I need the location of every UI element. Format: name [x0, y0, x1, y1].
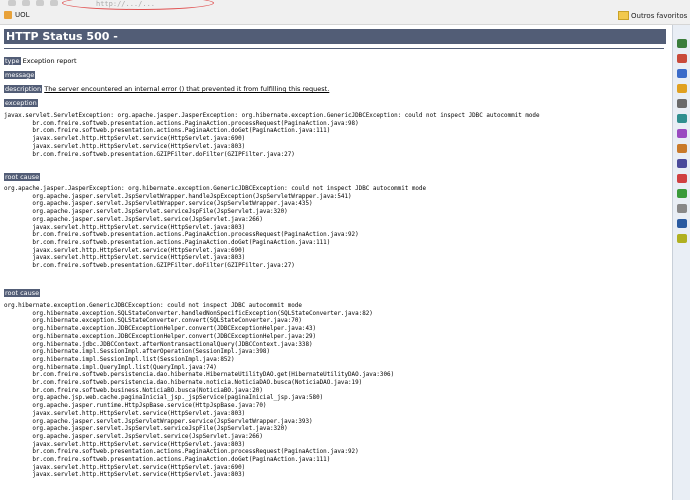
type-row: type Exception report — [4, 57, 77, 65]
sidebar-app-icon[interactable] — [677, 219, 687, 228]
page-title: HTTP Status 500 - — [4, 29, 666, 44]
sidebar-app-icon[interactable] — [677, 99, 687, 108]
sidebar-app-icon[interactable] — [677, 39, 687, 48]
sidebar-app-icon[interactable] — [677, 114, 687, 123]
folder-icon — [618, 11, 629, 20]
sidebar-app-icon[interactable] — [677, 189, 687, 198]
root-cause-label-2: root cause — [4, 289, 41, 297]
divider — [4, 48, 664, 49]
sidebar-app-icon[interactable] — [677, 159, 687, 168]
browser-toolbar: http://.../... UOL Outros favoritos — [0, 0, 690, 25]
sidebar-app-icon[interactable] — [677, 174, 687, 183]
exception-row: exception — [4, 99, 38, 107]
sidebar-app-icon[interactable] — [677, 204, 687, 213]
message-row: message — [4, 71, 36, 79]
reload-icon[interactable] — [36, 0, 44, 6]
bookmark-uol[interactable]: UOL — [4, 11, 30, 19]
root-cause-row-1: root cause — [4, 173, 41, 181]
description-row: description The server encountered an in… — [4, 85, 329, 93]
message-label: message — [4, 71, 36, 79]
page-content: HTTP Status 500 - type Exception report … — [0, 25, 672, 500]
bookmarks-bar: UOL Outros favoritos — [0, 10, 690, 24]
root-cause-stacktrace-1: org.apache.jasper.JasperException: org.h… — [4, 186, 427, 270]
sidebar-app-icon[interactable] — [677, 69, 687, 78]
bookmark-uol-label: UOL — [15, 11, 30, 19]
description-label: description — [4, 85, 43, 93]
bookmark-other-favorites[interactable]: Outros favoritos — [618, 11, 687, 20]
type-value: Exception report — [22, 57, 77, 65]
root-cause-row-2: root cause — [4, 289, 41, 297]
sidebar-app-icon[interactable] — [677, 234, 687, 243]
sidebar-app-icon[interactable] — [677, 84, 687, 93]
sidebar-app-icon[interactable] — [677, 129, 687, 138]
back-icon[interactable] — [8, 0, 16, 6]
exception-stacktrace: javax.servlet.ServletException: org.apac… — [4, 113, 540, 158]
home-icon[interactable] — [50, 0, 58, 6]
description-value: The server encountered an internal error… — [44, 85, 330, 93]
bookmark-other-favorites-label: Outros favoritos — [631, 11, 688, 20]
sidebar-app-icon[interactable] — [677, 54, 687, 63]
root-cause-stacktrace-2: org.hibernate.exception.GenericJDBCExcep… — [4, 303, 395, 479]
uol-favicon-icon — [4, 11, 12, 19]
sidebar-app-icon[interactable] — [677, 144, 687, 153]
forward-icon[interactable] — [22, 0, 30, 6]
root-cause-label-1: root cause — [4, 173, 41, 181]
type-label: type — [4, 57, 21, 65]
exception-label: exception — [4, 99, 38, 107]
address-bar-url[interactable]: http://.../... — [96, 0, 155, 8]
sidebar-toolbar — [672, 25, 690, 500]
